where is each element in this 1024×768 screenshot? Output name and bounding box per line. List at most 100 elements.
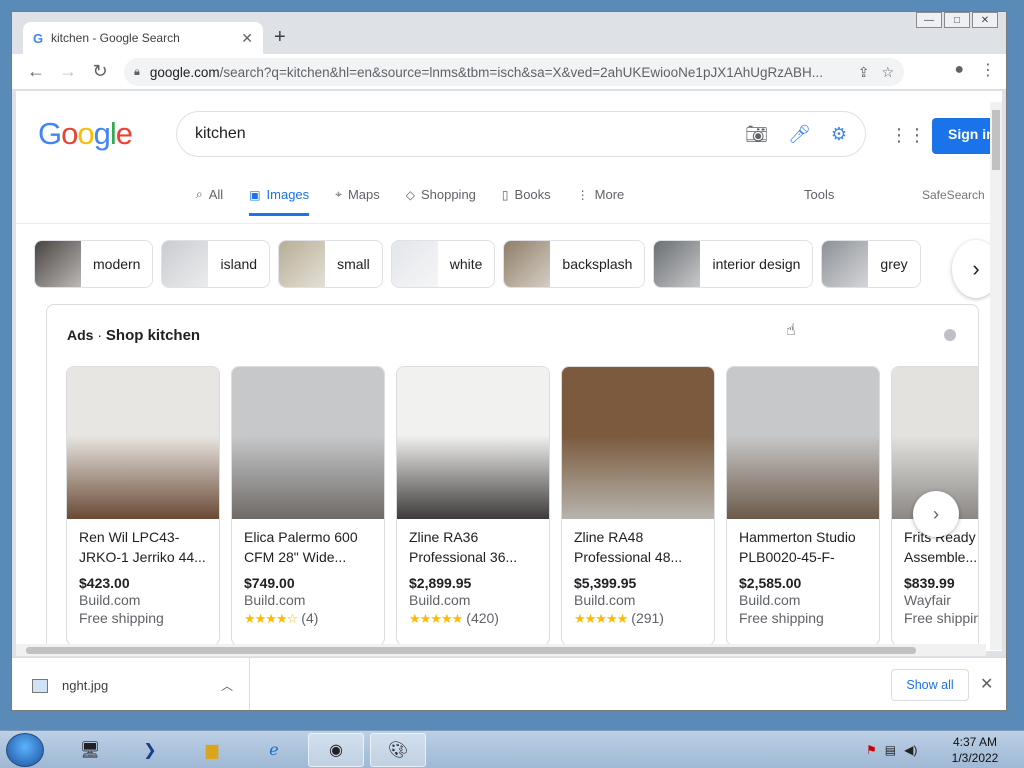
- action-center-icon[interactable]: ⚑: [866, 743, 877, 757]
- tab-all[interactable]: ⌕ All: [196, 187, 223, 216]
- chip-label: island: [220, 256, 258, 272]
- search-box[interactable]: kitchen 📷︎ 🎤︎ ⚙: [176, 111, 866, 157]
- chip-grey[interactable]: grey: [821, 240, 921, 288]
- chip-label: backsplash: [562, 256, 633, 272]
- ad-info-icon[interactable]: [944, 329, 956, 341]
- carousel-next-icon[interactable]: ›: [913, 491, 959, 537]
- product-image: [397, 367, 549, 519]
- profile-icon[interactable]: ●: [954, 61, 964, 79]
- reload-icon[interactable]: ↻: [84, 61, 116, 82]
- share-icon[interactable]: ⇪: [858, 64, 870, 81]
- new-tab-button[interactable]: +: [274, 26, 286, 49]
- search-icon[interactable]: ⚙: [831, 124, 847, 145]
- address-bar[interactable]: 🔒︎ google.com/search?q=kitchen&hl=en&sou…: [124, 58, 904, 86]
- chrome-taskbar-icon[interactable]: ◉: [308, 733, 364, 767]
- tools-button[interactable]: Tools: [804, 187, 834, 202]
- download-item[interactable]: nght.jpg ︿: [32, 658, 250, 710]
- show-all-button[interactable]: Show all: [891, 669, 969, 701]
- logo-letter: o: [77, 116, 94, 151]
- shopping-ads-card: Ads · Shop kitchen Ren Wil LPC43-JRKO-1 …: [46, 304, 979, 651]
- product-card[interactable]: Hammerton Studio PLB0020-45-F-001... $2,5…: [726, 366, 880, 646]
- download-filename: nght.jpg: [62, 678, 109, 693]
- tab-label: Images: [266, 187, 310, 202]
- volume-icon[interactable]: ◀): [904, 743, 917, 757]
- lock-icon: 🔒︎: [134, 65, 140, 78]
- close-icon[interactable]: ✕: [980, 674, 993, 694]
- chrome-window: — □ ✕ G kitchen - Google Search ✕ + ← → …: [11, 11, 1007, 711]
- bookmark-star-icon[interactable]: ☆: [881, 64, 894, 81]
- chip-label: grey: [880, 256, 908, 272]
- product-price: $749.00: [244, 575, 295, 591]
- product-card[interactable]: Zline RA36 Professional 36... $2,899.95 Bu…: [396, 366, 550, 646]
- review-count: (420): [466, 610, 499, 626]
- internet-explorer-icon[interactable]: ℯ: [246, 733, 302, 767]
- star-rating-icon: ★★★★★: [574, 611, 628, 626]
- tab-books[interactable]: ▯ Books: [502, 187, 551, 216]
- chip-backsplash[interactable]: backsplash: [503, 240, 646, 288]
- url-text: google.com/search?q=kitchen&hl=en&source…: [149, 64, 823, 80]
- back-icon[interactable]: ←: [20, 61, 52, 82]
- search-icon: ⌕: [196, 187, 203, 201]
- product-card[interactable]: Elica Palermo 600 CFM 28" Wide... $749.00…: [231, 366, 385, 646]
- file-explorer-icon[interactable]: ▆: [184, 733, 240, 767]
- chevron-up-icon[interactable]: ︿: [221, 677, 233, 694]
- tab-maps[interactable]: ⌖ Maps: [335, 187, 380, 216]
- tabs-divider: [16, 223, 1002, 224]
- product-name: Elica Palermo 600 CFM 28" Wide...: [244, 529, 358, 565]
- chip-small[interactable]: small: [278, 240, 383, 288]
- chip-interior-design[interactable]: interior design: [653, 240, 814, 288]
- vertical-scrollbar[interactable]: [990, 102, 1002, 650]
- product-price: $2,585.00: [739, 575, 802, 591]
- image-icon: ▣: [249, 187, 261, 202]
- shipping-note: Free shipping: [904, 610, 978, 626]
- camera-icon[interactable]: 📷︎: [745, 124, 768, 145]
- product-image: [67, 367, 219, 519]
- microphone-icon[interactable]: 🎤︎: [788, 124, 811, 145]
- network-icon[interactable]: ▤: [885, 743, 896, 757]
- product-rating: ★★★★★ (291): [574, 610, 702, 627]
- product-info: Ren Wil LPC43-JRKO-1 Jerriko 44... $423.0…: [67, 519, 219, 634]
- chrome-menu-icon[interactable]: ⋮: [980, 60, 996, 80]
- chip-thumbnail: [654, 241, 701, 287]
- book-icon: ▯: [501, 187, 509, 202]
- chip-thumbnail: [504, 241, 551, 287]
- horizontal-scrollbar[interactable]: [16, 644, 986, 656]
- browser-tab[interactable]: G kitchen - Google Search ✕: [23, 22, 263, 54]
- google-logo[interactable]: Google: [38, 116, 133, 152]
- product-name: Hammerton Studio PLB0020-45-F-001...: [739, 529, 856, 565]
- safesearch-link[interactable]: SafeSearch: [922, 188, 985, 202]
- start-button[interactable]: [6, 733, 44, 767]
- tab-more[interactable]: ⋮ More: [577, 187, 625, 216]
- chip-label: modern: [93, 256, 141, 272]
- product-image: [727, 367, 879, 519]
- chip-thumbnail: [35, 241, 81, 287]
- product-seller: Build.com: [79, 592, 141, 608]
- shipping-note: Free shipping: [739, 610, 824, 626]
- related-chips: modern island small white backsplash interior…: [34, 240, 929, 288]
- chip-island[interactable]: island: [161, 240, 271, 288]
- chip-label: interior design: [712, 256, 801, 272]
- chip-white[interactable]: white: [390, 240, 496, 288]
- clock[interactable]: 4:37 AM 1/3/2022: [950, 734, 1000, 766]
- product-price: $2,899.95: [409, 575, 472, 591]
- chip-modern[interactable]: modern: [34, 240, 154, 288]
- image-file-icon: [32, 678, 48, 693]
- tab-shopping[interactable]: ◇ Shopping: [406, 187, 476, 216]
- tab-strip: G kitchen - Google Search ✕ +: [12, 12, 1006, 54]
- chip-label: white: [449, 256, 483, 272]
- product-card[interactable]: Zline RA48 Professional 48... $5,399.95 Bu…: [561, 366, 715, 646]
- powershell-icon[interactable]: ❯: [122, 733, 178, 767]
- search-input[interactable]: kitchen: [195, 125, 725, 143]
- windows-taskbar: 🖥︎ ❯ ▆ ℯ ◉ 🎨︎ ⚑ ▤ ◀) 4:37 AM 1/3/2022: [0, 730, 1024, 768]
- download-bar: nght.jpg ︿ Show all ✕: [12, 657, 1006, 710]
- product-name: Ren Wil LPC43-JRKO-1 Jerriko 44...: [79, 529, 206, 565]
- logo-letter: e: [115, 116, 133, 151]
- google-favicon-icon: G: [33, 30, 44, 46]
- paint-icon[interactable]: 🎨︎: [370, 733, 426, 767]
- tab-close-icon[interactable]: ✕: [241, 30, 253, 47]
- star-rating-icon: ★★★★☆: [244, 611, 298, 626]
- tab-images[interactable]: ▣ Images: [249, 187, 310, 216]
- server-manager-icon[interactable]: 🖥︎: [62, 733, 118, 767]
- product-card[interactable]: Ren Wil LPC43-JRKO-1 Jerriko 44... $423.0…: [66, 366, 220, 646]
- forward-icon[interactable]: →: [52, 61, 84, 82]
